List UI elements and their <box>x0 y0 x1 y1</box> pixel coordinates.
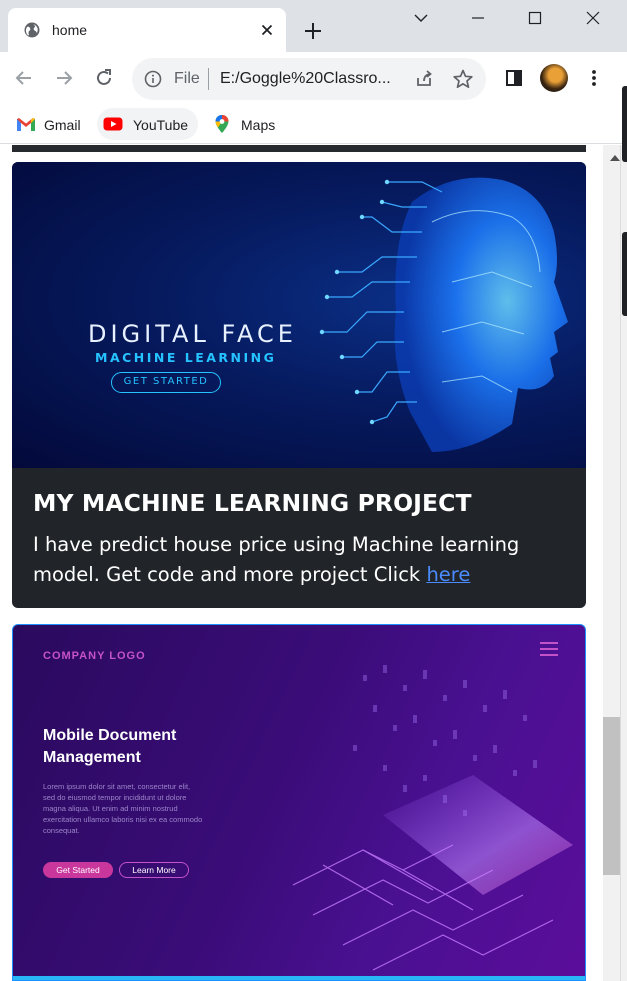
address-bar[interactable]: File E:/Goggle%20Classro... <box>132 58 486 100</box>
card-description: I have predict house price using Machine… <box>33 530 573 590</box>
previous-card-edge <box>12 145 586 152</box>
tab-strip: home <box>0 0 627 52</box>
url-separator <box>208 68 209 90</box>
page-viewport: DIGITAL FACE MACHINE LEARNING GET STARTE… <box>0 145 603 981</box>
chevron-down-icon[interactable] <box>407 6 435 30</box>
maps-icon <box>215 115 229 133</box>
kebab-menu-icon[interactable] <box>583 67 605 89</box>
url-text[interactable]: E:/Goggle%20Classro... <box>220 70 406 88</box>
edge-window-sliver <box>622 86 627 162</box>
star-icon[interactable] <box>452 68 474 90</box>
browser-toolbar: File E:/Goggle%20Classro... <box>0 52 627 104</box>
isometric-data-illustration <box>292 665 573 971</box>
hero-get-started-button: Get Started <box>43 862 113 878</box>
tab-title: home <box>52 22 88 38</box>
project-card-document: COMPANY LOGO Mobile Document Management … <box>12 624 586 981</box>
bookmarks-bar: Gmail YouTube Maps <box>0 104 627 144</box>
bookmark-youtube[interactable]: YouTube <box>97 108 198 140</box>
back-icon[interactable] <box>13 67 35 89</box>
hamburger-menu-icon <box>540 642 558 656</box>
bookmark-label: YouTube <box>133 117 189 133</box>
browser-tab[interactable]: home <box>8 8 286 52</box>
card-bottom-accent <box>13 976 585 980</box>
digital-face-illustration <box>319 177 568 452</box>
new-tab-icon[interactable] <box>302 20 324 42</box>
info-icon[interactable] <box>144 70 162 88</box>
hero-lorem-text: Lorem ipsum dolor sit amet, consectetur … <box>43 782 203 835</box>
reload-icon[interactable] <box>93 67 115 89</box>
bookmark-label: Gmail <box>44 117 81 133</box>
card-link-here[interactable]: here <box>426 563 470 586</box>
maximize-icon[interactable] <box>521 6 549 30</box>
digital-face-banner-image: DIGITAL FACE MACHINE LEARNING GET STARTE… <box>12 162 586 468</box>
company-logo-text: COMPANY LOGO <box>43 650 146 662</box>
hero-learn-more-button: Learn More <box>119 862 189 878</box>
hero-heading: Mobile Document Management <box>43 727 177 766</box>
tab-close-icon[interactable] <box>258 21 276 39</box>
bookmark-label: Maps <box>241 117 276 133</box>
project-card-ml: DIGITAL FACE MACHINE LEARNING GET STARTE… <box>12 162 586 608</box>
card-title: MY MACHINE LEARNING PROJECT <box>33 489 472 517</box>
banner-title: DIGITAL FACE <box>88 320 297 348</box>
close-icon[interactable] <box>579 6 607 30</box>
banner-get-started-button: GET STARTED <box>111 372 221 393</box>
share-icon[interactable] <box>414 69 434 89</box>
sidepanel-icon[interactable] <box>503 67 525 89</box>
gmail-icon <box>17 118 35 131</box>
youtube-icon <box>103 117 123 131</box>
banner-subtitle: MACHINE LEARNING <box>95 350 277 365</box>
url-scheme-label: File <box>174 70 200 87</box>
bookmark-gmail[interactable]: Gmail <box>10 108 90 140</box>
scroll-up-arrow-icon[interactable] <box>610 155 620 161</box>
globe-icon <box>24 22 40 38</box>
bookmark-maps[interactable]: Maps <box>206 108 286 140</box>
edge-window-sliver <box>622 232 627 316</box>
forward-icon[interactable] <box>53 67 75 89</box>
profile-avatar[interactable] <box>540 64 568 92</box>
scrollbar-thumb[interactable] <box>603 717 620 875</box>
minimize-icon[interactable] <box>464 6 492 30</box>
